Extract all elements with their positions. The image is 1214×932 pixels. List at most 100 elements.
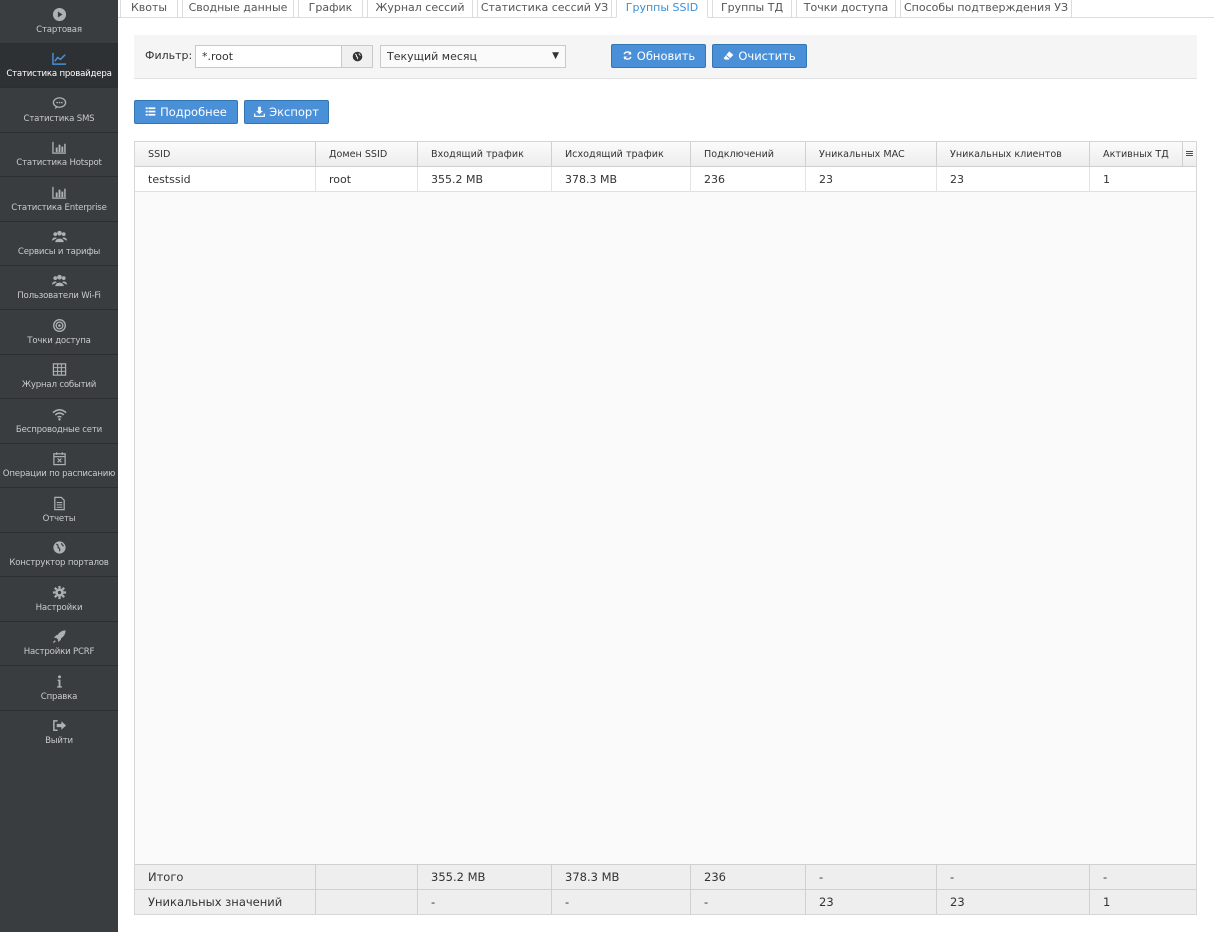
tab-account-session-stats[interactable]: Статистика сессий УЗ	[477, 0, 612, 18]
column-header-ssid-domain[interactable]: Домен SSID	[316, 142, 418, 167]
sidebar-item-label: Беспроводные сети	[15, 425, 103, 435]
cell-incoming-traffic: 355.2 MB	[418, 167, 552, 192]
calendar-x-icon	[0, 449, 118, 467]
sidebar-item-sms-stats[interactable]: Статистика SMS	[0, 89, 118, 133]
table-icon	[0, 360, 118, 378]
sidebar-item-event-log[interactable]: Журнал событий	[0, 355, 118, 399]
download-icon	[254, 106, 265, 117]
sidebar-item-wireless[interactable]: Беспроводные сети	[0, 400, 118, 444]
wifi-icon	[0, 405, 118, 423]
sidebar-item-wifi-users[interactable]: Пользователи Wi-Fi	[0, 266, 118, 310]
gear-icon	[0, 583, 118, 601]
sidebar-item-logout[interactable]: Выйти	[0, 711, 118, 755]
sidebar-item-settings[interactable]: Настройки	[0, 578, 118, 622]
globe-icon	[352, 51, 362, 62]
export-button[interactable]: Экспорт	[244, 100, 329, 124]
cell-active-aps: 1	[1103, 173, 1110, 186]
domain-picker-button[interactable]	[341, 45, 373, 68]
rocket-icon	[0, 627, 118, 645]
period-select-value: Текущий месяц	[387, 50, 478, 63]
column-header-outgoing-traffic[interactable]: Исходящий трафик	[552, 142, 691, 167]
sidebar-item-scheduled-ops[interactable]: Операции по расписанию	[0, 444, 118, 488]
cell-unique-clients: 23	[937, 167, 1090, 192]
cell-ssid-domain: root	[316, 167, 418, 192]
summary-row-unique: Уникальных значений - - - 23 23 1	[135, 889, 1196, 914]
column-header-unique-mac[interactable]: Уникальных MAC	[806, 142, 937, 167]
sidebar-item-services[interactable]: Сервисы и тарифы	[0, 222, 118, 266]
sidebar-item-access-points[interactable]: Точки доступа	[0, 311, 118, 355]
sidebar-item-provider-stats[interactable]: Статистика провайдера	[0, 44, 118, 88]
filter-panel: Фильтр: *.root Текущий месяц ▼ Обновить …	[134, 35, 1197, 79]
sidebar-item-label: Статистика SMS	[23, 114, 95, 124]
summary-cell: 1	[1103, 895, 1111, 909]
column-header-unique-clients[interactable]: Уникальных клиентов	[937, 142, 1090, 167]
sidebar-item-portal-builder[interactable]: Конструктор порталов	[0, 533, 118, 577]
tab-session-log[interactable]: Журнал сессий	[367, 0, 473, 18]
summary-cell: 23	[937, 890, 1090, 914]
cell-unique-mac: 23	[806, 167, 937, 192]
summary-cell	[316, 865, 418, 889]
tab-access-points[interactable]: Точки доступа	[796, 0, 896, 18]
users-icon	[0, 227, 118, 245]
clear-button-label: Очистить	[738, 49, 796, 63]
tab-confirmation-methods[interactable]: Способы подтверждения УЗ	[900, 0, 1072, 18]
summary-label: Итого	[135, 865, 316, 889]
summary-label: Уникальных значений	[135, 890, 316, 914]
summary-cell: -	[1103, 870, 1108, 884]
summary-cell	[316, 890, 418, 914]
users-icon	[0, 271, 118, 289]
cell-ssid: testssid	[135, 167, 316, 192]
cell-connections: 236	[691, 167, 806, 192]
tab-ssid-groups[interactable]: Группы SSID	[616, 0, 708, 18]
sidebar: Стартовая Статистика провайдера Статисти…	[0, 0, 118, 932]
tab-bar: Квоты Сводные данные График Журнал сесси…	[118, 0, 1214, 18]
eraser-icon	[724, 51, 734, 60]
sidebar-item-label: Сервисы и тарифы	[17, 247, 101, 257]
summary-cell: -	[552, 890, 691, 914]
sidebar-item-enterprise-stats[interactable]: Статистика Enterprise	[0, 178, 118, 222]
export-button-label: Экспорт	[269, 105, 319, 119]
comment-icon	[0, 94, 118, 112]
column-header-active-aps[interactable]: Активных ТД	[1090, 142, 1182, 167]
column-header-ssid[interactable]: SSID	[135, 142, 316, 167]
cell-outgoing-traffic: 378.3 MB	[552, 167, 691, 192]
bar-chart-icon	[0, 138, 118, 156]
filter-input[interactable]: *.root	[195, 45, 342, 68]
summary-cell: -	[806, 865, 937, 889]
main-content: Квоты Сводные данные График Журнал сесси…	[118, 0, 1214, 932]
sidebar-item-label: Конструктор порталов	[9, 558, 109, 568]
clear-button[interactable]: Очистить	[712, 44, 807, 68]
summary-cell: 23	[806, 890, 937, 914]
tab-graph[interactable]: График	[298, 0, 363, 18]
summary-cell: -	[418, 890, 552, 914]
tab-quotas[interactable]: Квоты	[120, 0, 178, 18]
sidebar-item-label: Пользователи Wi-Fi	[17, 291, 101, 301]
sidebar-item-home[interactable]: Стартовая	[0, 0, 118, 44]
sidebar-item-label: Отчеты	[42, 514, 76, 524]
period-select[interactable]: Текущий месяц ▼	[380, 45, 566, 68]
filter-label: Фильтр:	[145, 49, 193, 62]
sidebar-item-hotspot-stats[interactable]: Статистика Hotspot	[0, 133, 118, 177]
refresh-button[interactable]: Обновить	[611, 44, 706, 68]
file-text-icon	[0, 494, 118, 512]
sidebar-item-help[interactable]: Справка	[0, 667, 118, 711]
sidebar-item-label: Статистика провайдера	[6, 69, 112, 79]
sidebar-item-pcrf-settings[interactable]: Настройки PCRF	[0, 622, 118, 666]
column-header-connections[interactable]: Подключений	[691, 142, 806, 167]
line-chart-icon	[0, 49, 118, 67]
summary-cell: -	[937, 865, 1090, 889]
details-button[interactable]: Подробнее	[134, 100, 238, 124]
refresh-button-label: Обновить	[636, 49, 696, 63]
summary-cell: -	[691, 890, 806, 914]
summary-cell: 355.2 MB	[418, 865, 552, 889]
tab-summary[interactable]: Сводные данные	[182, 0, 294, 18]
column-header-incoming-traffic[interactable]: Входящий трафик	[418, 142, 552, 167]
sidebar-item-reports[interactable]: Отчеты	[0, 489, 118, 533]
table-row[interactable]: testssid root 355.2 MB 378.3 MB 236 23 2…	[135, 167, 1196, 192]
column-menu-icon[interactable]: ≡	[1182, 142, 1196, 167]
details-button-label: Подробнее	[160, 105, 227, 119]
sidebar-item-label: Журнал событий	[21, 380, 97, 390]
list-icon	[145, 107, 156, 116]
sidebar-item-label: Выйти	[45, 736, 73, 746]
tab-ap-groups[interactable]: Группы ТД	[712, 0, 792, 18]
